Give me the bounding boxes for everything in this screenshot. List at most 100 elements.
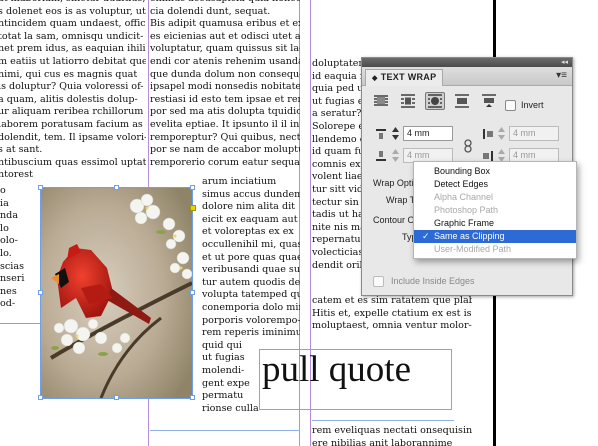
text-line: rem eveliquas nectati onsequisinis	[312, 425, 472, 436]
bottom-offset-spinner[interactable]	[391, 147, 400, 164]
dropdown-option-label: Bounding Box	[434, 166, 491, 176]
frame-link-indicator[interactable]	[190, 205, 196, 211]
text-line: volent liaec	[312, 171, 364, 183]
text-line: porporis volorempo-	[202, 314, 300, 326]
frame-handle[interactable]	[38, 290, 43, 295]
text-line: ntincidem quam undaest, offic	[0, 18, 146, 30]
left-offset-icon	[482, 128, 494, 140]
text-column-1[interactable]: at illaboriam, sinctur auditius,s dolene…	[0, 0, 146, 193]
text-line: tectur sin	[312, 196, 359, 208]
text-line: tur sitt vid	[312, 183, 364, 195]
dropdown-option-label: Detect Edges	[434, 179, 489, 189]
dropdown-option[interactable]: Bounding Box	[414, 165, 576, 178]
text-line: nseri	[0, 273, 25, 285]
cardinal-image[interactable]	[41, 188, 192, 398]
frame-handle[interactable]	[38, 185, 43, 190]
text-line: od-	[0, 298, 16, 310]
frame-handle[interactable]	[190, 185, 195, 190]
checkmark-icon: ✓	[422, 231, 430, 241]
panel-tab-bar: ◆ TEXT WRAP ▾≡	[362, 67, 572, 86]
text-line: olo-	[0, 235, 18, 247]
dropdown-option[interactable]: Detect Edges	[414, 178, 576, 191]
include-inside-edges-checkbox[interactable]	[373, 276, 384, 287]
dropdown-option: Alpha Channel	[414, 191, 576, 204]
dropdown-option[interactable]: ✓ Same as Clipping	[414, 230, 576, 243]
left-offset-field[interactable]: 4 mm	[509, 126, 559, 141]
text-line: ntorest	[0, 169, 33, 181]
dropdown-option: User-Modified Path	[414, 243, 576, 256]
invert-label: Invert	[521, 100, 544, 110]
wrap-options-label: Wrap Opti	[373, 178, 414, 188]
panel-menu-icon[interactable]: ▾≡	[556, 71, 567, 81]
text-line: por se nam de accabor moluptu	[150, 144, 300, 156]
frame-handle[interactable]	[190, 395, 195, 400]
no-text-wrap-button[interactable]	[371, 92, 391, 110]
dropdown-option-label: User-Modified Path	[434, 244, 512, 254]
text-line: Hitis et, expelle ctatium ex est is	[312, 307, 472, 319]
text-line: voluptatur, quam quissus sit laccus	[150, 43, 300, 55]
wrap-bounding-box-button[interactable]	[398, 92, 418, 110]
chain-link-icon[interactable]	[462, 139, 474, 153]
include-inside-edges-label: Include Inside Edges	[391, 276, 475, 286]
dropdown-option-label: Alpha Channel	[434, 192, 494, 202]
text-line: conemporia dolo min	[202, 301, 300, 313]
contour-type-dropdown[interactable]: Bounding Box Detect Edges Alpha Channel Pho…	[413, 161, 577, 259]
text-line: remporeptur? Qui quibus, nector-	[150, 131, 300, 143]
text-line: que dunda dolum non consequo	[150, 68, 300, 80]
text-line: Bis adipit quamusa eribus et ex	[150, 18, 300, 30]
pull-quote-frame[interactable]: pull quote	[259, 349, 452, 410]
panel-title-bar[interactable]: ◂◂	[362, 58, 572, 67]
cardinal-bird-photo	[41, 188, 192, 398]
dropdown-option-label: Graphic Frame	[434, 218, 495, 228]
text-column-3-continued[interactable]: catem et es sim ratatem que plabo. Hitis …	[312, 295, 472, 335]
text-line: a seratur?	[312, 108, 362, 120]
text-line: id eaquia ne	[312, 70, 364, 82]
text-line: comnis exp	[312, 158, 364, 170]
text-line: at illaboriam, sinctur auditius,	[0, 0, 146, 6]
text-line: arum inciatium	[202, 176, 277, 187]
text-line: et voloreptas ex ex	[202, 226, 294, 238]
text-line: tur autem quodis des	[202, 276, 300, 288]
text-line: enimus accusapicia quia nonecei	[150, 0, 300, 6]
panel-expand-icon[interactable]: ◆	[372, 75, 378, 82]
text-line: volecticias	[312, 246, 364, 258]
text-line: doluptatem	[312, 58, 364, 69]
text-line: eicit ex eaquam aut	[202, 213, 298, 225]
wrap-object-shape-button[interactable]	[425, 92, 445, 110]
jump-to-next-column-button[interactable]	[479, 92, 499, 110]
text-line: Solorepe eu	[312, 120, 364, 132]
frame-handle[interactable]	[114, 395, 119, 400]
text-column-1-wrapped[interactable]: o ia nda lo olo-lo. scias nseri nes od-	[0, 185, 40, 325]
tab-text-wrap[interactable]: ◆ TEXT WRAP	[365, 69, 444, 86]
text-line: es eicienias aut et odisci utet aut	[150, 30, 300, 42]
text-line: m eatiis ut latiorro debitat que	[0, 55, 146, 67]
frame-handle[interactable]	[190, 290, 195, 295]
text-line: dolendit, tem. Il ipsame volori-	[0, 131, 146, 143]
text-line: ere nibilias anit laborannime	[312, 437, 453, 446]
top-offset-spinner[interactable]	[391, 125, 400, 142]
text-line: simus accus dundem	[202, 188, 300, 200]
text-line: rem reperis iminimus,	[202, 327, 300, 339]
dropdown-option: Photoshop Path	[414, 204, 576, 217]
frame-handle[interactable]	[114, 185, 119, 190]
text-column-3-bottom[interactable]: rem eveliquas nectati onsequisinis ere ni…	[312, 425, 472, 446]
dropdown-option[interactable]: Graphic Frame	[414, 217, 576, 230]
baseline-guide	[150, 430, 300, 431]
text-column-2[interactable]: enimus accusapicia quia noneceicia dolen…	[150, 0, 300, 178]
text-line: repernatu re	[312, 234, 364, 246]
text-line: o	[0, 185, 6, 196]
text-line: nda	[0, 210, 19, 222]
text-line: cia dolendi dunt, sequat.	[150, 5, 271, 17]
text-line: occullenihil mi, quas	[202, 238, 300, 250]
text-line: lo	[0, 222, 9, 234]
text-column-3[interactable]: doluptatemid eaquia nequia ped utut fugi…	[312, 58, 364, 298]
invert-checkbox[interactable]	[505, 100, 516, 111]
collapse-panel-icon[interactable]: ◂◂	[561, 58, 568, 67]
text-line: catem et es sim ratatem que plabo.	[312, 295, 472, 306]
text-line: volupta tatemped quo	[202, 289, 300, 301]
jump-object-button[interactable]	[452, 92, 472, 110]
text-line: dolore nim alita dit	[202, 201, 296, 213]
frame-handle[interactable]	[38, 395, 43, 400]
left-offset-spinner[interactable]	[497, 125, 506, 142]
top-offset-field[interactable]: 4 mm	[403, 126, 453, 141]
